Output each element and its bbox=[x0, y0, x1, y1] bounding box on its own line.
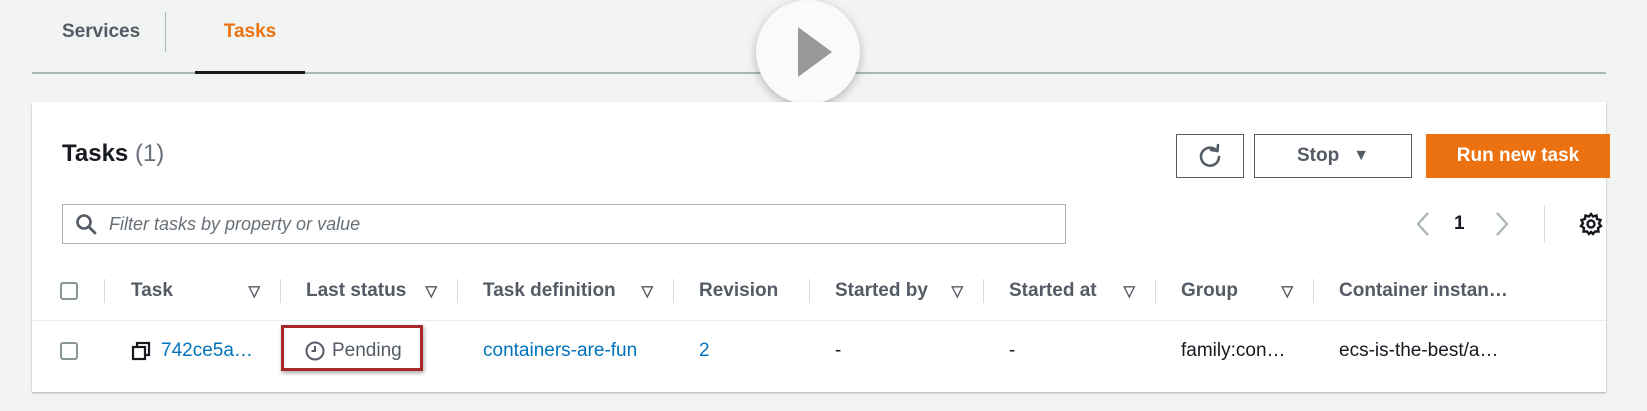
column-header-revision[interactable]: Revision bbox=[673, 262, 809, 320]
column-label: Task definition bbox=[483, 280, 616, 301]
stop-dropdown-button[interactable]: Stop ▼ bbox=[1254, 134, 1412, 178]
column-header-last-status[interactable]: Last status ▽ bbox=[280, 262, 457, 320]
sort-icon: ▽ bbox=[951, 283, 963, 300]
filter-input[interactable] bbox=[107, 212, 1011, 236]
current-page-number[interactable]: 1 bbox=[1454, 206, 1465, 242]
table-header: Task ▽ Last status ▽ Task definition ▽ R… bbox=[32, 262, 1606, 321]
started-by-cell: - bbox=[835, 340, 842, 361]
panel-title-text: Tasks bbox=[62, 140, 129, 167]
column-label: Started by bbox=[835, 280, 928, 301]
column-label: Revision bbox=[699, 280, 779, 301]
tab-tasks[interactable]: Tasks bbox=[195, 0, 305, 74]
column-label: Last status bbox=[306, 280, 407, 301]
video-play-button[interactable] bbox=[756, 0, 860, 104]
pager-divider bbox=[1544, 205, 1545, 243]
column-header-task[interactable]: Task ▽ bbox=[104, 262, 280, 320]
clock-icon bbox=[305, 341, 325, 361]
tasks-panel: Tasks (1) Stop ▼ Run new task 1 bbox=[32, 102, 1610, 392]
started-at-cell: - bbox=[1009, 340, 1016, 361]
select-all-checkbox[interactable] bbox=[60, 282, 78, 300]
row-select-checkbox[interactable] bbox=[60, 342, 78, 360]
sort-icon: ▽ bbox=[1123, 283, 1135, 300]
run-new-task-button[interactable]: Run new task bbox=[1426, 134, 1610, 178]
sort-icon: ▽ bbox=[425, 283, 437, 300]
column-label: Started at bbox=[1009, 280, 1097, 301]
sort-icon: ▽ bbox=[641, 283, 653, 300]
task-definition-link[interactable]: containers-are-fun bbox=[483, 340, 637, 362]
column-label: Group bbox=[1181, 280, 1238, 301]
chevron-left-icon bbox=[1416, 212, 1429, 236]
column-label: Task bbox=[131, 280, 173, 301]
copy-icon[interactable] bbox=[131, 341, 151, 361]
last-status-cell: Pending bbox=[304, 321, 402, 381]
group-cell: family:con… bbox=[1181, 340, 1286, 361]
task-id-link[interactable]: 742ce5a… bbox=[161, 340, 253, 362]
search-icon bbox=[76, 214, 97, 235]
revision-cell: 2 bbox=[699, 321, 710, 381]
container-instance-cell: ecs-is-the-best/a… bbox=[1339, 340, 1499, 361]
status-text: Pending bbox=[332, 340, 402, 361]
chevron-right-icon bbox=[1496, 212, 1509, 236]
column-header-started-by[interactable]: Started by ▽ bbox=[809, 262, 983, 320]
sort-icon: ▽ bbox=[1281, 283, 1293, 300]
refresh-icon bbox=[1199, 143, 1221, 167]
previous-page-button[interactable] bbox=[1413, 206, 1433, 242]
gear-icon bbox=[1579, 212, 1603, 236]
column-header-container-instance[interactable]: Container instan… bbox=[1313, 262, 1603, 320]
filter-search-box bbox=[62, 204, 1066, 244]
column-header-task-definition[interactable]: Task definition ▽ bbox=[457, 262, 673, 320]
tab-services[interactable]: Services bbox=[62, 0, 140, 72]
task-definition-cell: containers-are-fun bbox=[483, 321, 637, 381]
refresh-button[interactable] bbox=[1176, 134, 1244, 178]
task-count: (1) bbox=[134, 140, 165, 167]
preferences-button[interactable] bbox=[1578, 211, 1604, 242]
table-row: 742ce5a… Pending containers-are-fun 2 - … bbox=[32, 321, 1606, 381]
play-icon bbox=[798, 27, 832, 77]
revision-link[interactable]: 2 bbox=[699, 340, 710, 362]
sort-icon: ▽ bbox=[248, 283, 260, 300]
column-header-group[interactable]: Group ▽ bbox=[1155, 262, 1313, 320]
column-header-started-at[interactable]: Started at ▽ bbox=[983, 262, 1155, 320]
select-all-checkbox-cell bbox=[60, 262, 78, 320]
task-cell: 742ce5a… bbox=[131, 321, 253, 381]
tab-divider bbox=[165, 12, 166, 52]
next-page-button[interactable] bbox=[1492, 206, 1512, 242]
column-label: Container instan… bbox=[1339, 280, 1508, 301]
caret-down-icon: ▼ bbox=[1353, 147, 1370, 164]
stop-button-label: Stop bbox=[1296, 145, 1340, 166]
row-checkbox-cell bbox=[60, 321, 78, 381]
panel-title: Tasks (1) bbox=[62, 140, 164, 168]
